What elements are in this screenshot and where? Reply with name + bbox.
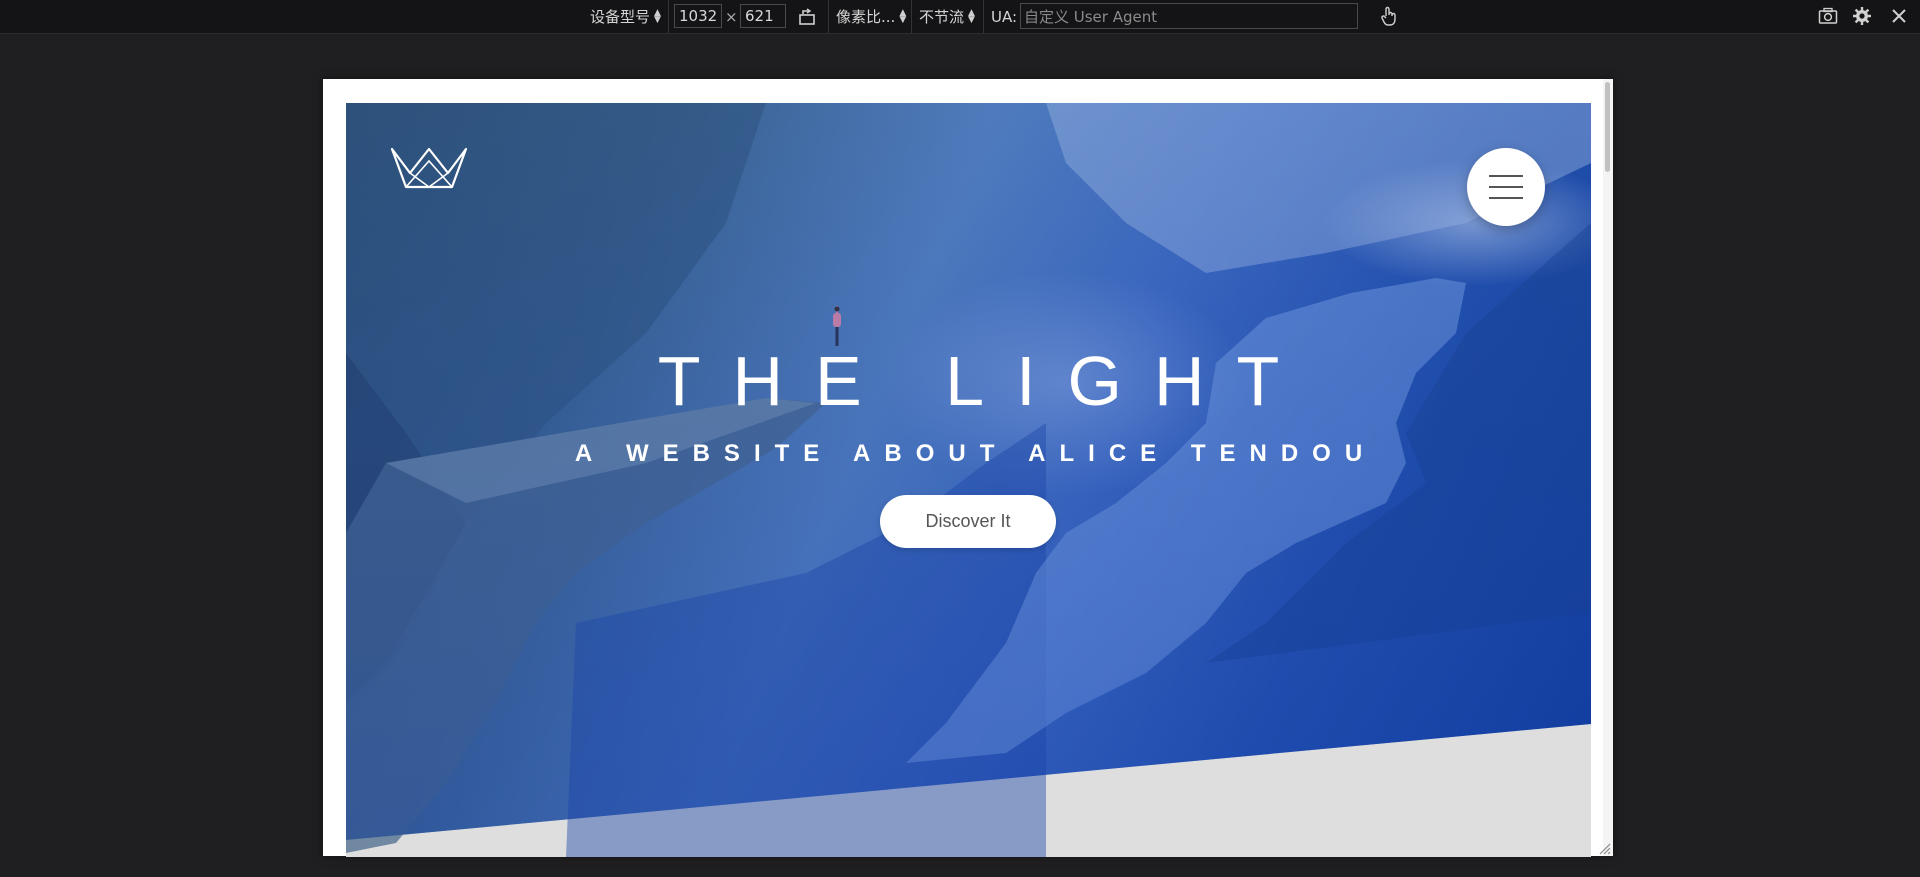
- throttle-label: 不节流: [919, 8, 965, 26]
- menu-line: [1489, 186, 1523, 188]
- pixel-ratio-select[interactable]: 像素比... ▲ ▼: [836, 0, 906, 33]
- pixel-ratio-label: 像素比...: [836, 8, 896, 26]
- throttle-select[interactable]: 不节流 ▲ ▼: [919, 0, 975, 33]
- touch-icon[interactable]: [1377, 4, 1401, 28]
- crown-logo-icon[interactable]: [390, 147, 468, 189]
- device-model-label: 设备型号: [590, 8, 651, 26]
- menu-line: [1489, 175, 1523, 177]
- height-input[interactable]: 621: [740, 4, 786, 28]
- settings-icon[interactable]: [1850, 4, 1874, 28]
- select-arrows-icon: ▲ ▼: [968, 7, 975, 25]
- ua-input[interactable]: 自定义 User Agent: [1020, 3, 1358, 29]
- hero-section: THE LIGHT A WEBSITE ABOUT ALICE TENDOU D…: [346, 103, 1591, 857]
- divider: [911, 0, 912, 33]
- scrollbar-thumb[interactable]: [1605, 82, 1610, 172]
- hamburger-menu-icon[interactable]: [1467, 148, 1545, 226]
- resize-handle-icon[interactable]: [1597, 841, 1611, 855]
- rotate-icon[interactable]: [796, 6, 818, 28]
- select-arrows-icon: ▲ ▼: [654, 7, 661, 25]
- divider: [828, 0, 829, 33]
- divider: [668, 0, 669, 33]
- device-toolbar: 设备型号 ▲ ▼ 1032 × 621 像素比... ▲ ▼ 不节流 ▲ ▼ UA: …: [0, 0, 1920, 34]
- close-icon[interactable]: [1888, 5, 1910, 27]
- hero-title: THE LIGHT: [657, 342, 1312, 420]
- viewport-scrollbar[interactable]: [1603, 79, 1613, 856]
- discover-button[interactable]: Discover It: [880, 495, 1056, 548]
- width-input[interactable]: 1032: [674, 4, 722, 28]
- dimension-separator: ×: [725, 7, 738, 26]
- device-model-select[interactable]: 设备型号 ▲ ▼: [590, 0, 661, 33]
- screenshot-icon[interactable]: [1816, 5, 1840, 27]
- hero-subtitle: A WEBSITE ABOUT ALICE TENDOU: [574, 440, 1377, 467]
- divider: [983, 0, 984, 33]
- select-arrows-icon: ▲ ▼: [899, 7, 907, 25]
- ua-label: UA:: [991, 7, 1018, 26]
- menu-line: [1489, 197, 1523, 199]
